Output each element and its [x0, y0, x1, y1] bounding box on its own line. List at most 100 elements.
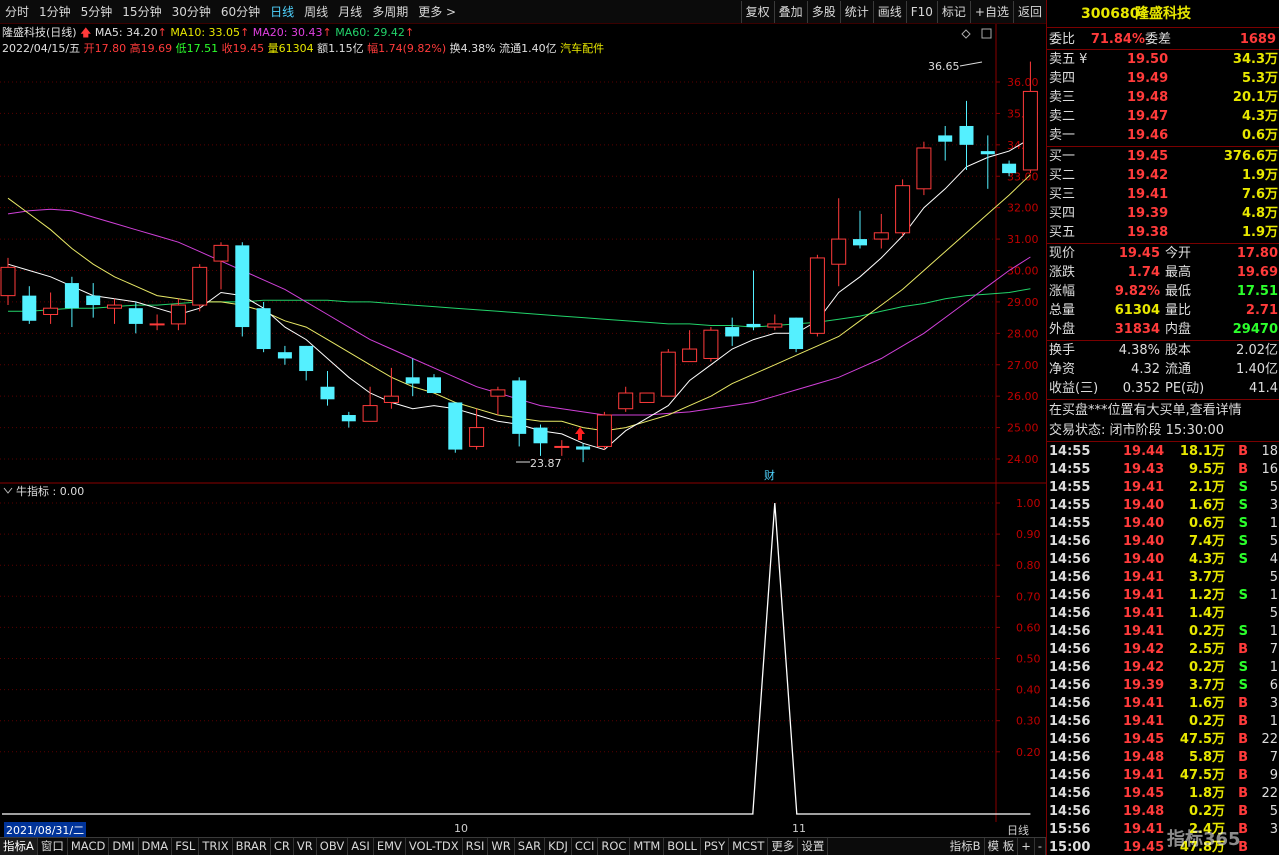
candle	[596, 411, 612, 450]
panel-cell: 0.352	[1122, 381, 1160, 396]
indicator-tab[interactable]: FSL	[172, 838, 200, 855]
candle-body	[980, 151, 995, 155]
indicator-tab[interactable]: CCI	[572, 838, 599, 855]
panel-cell: 14:56	[1049, 552, 1091, 567]
period-tab[interactable]: 周线	[299, 0, 333, 24]
indicator-tab[interactable]: ROC	[598, 838, 631, 855]
candle-body	[170, 304, 186, 325]
indicator-tab[interactable]: 指标B	[947, 838, 985, 855]
period-tab[interactable]: 30分钟	[167, 0, 216, 24]
indicator-tab[interactable]: 更多	[768, 838, 799, 855]
period-tab[interactable]: 多周期	[367, 0, 413, 24]
indicator-tab[interactable]: VOL-TDX	[406, 838, 463, 855]
panel-cell: 0.6万	[1188, 516, 1225, 531]
big-order-notice[interactable]: 在买盘***位置有大买单,查看详情	[1047, 401, 1279, 420]
date-start: 2021/08/31/二	[4, 822, 87, 838]
indicator-tab[interactable]: ASI	[348, 838, 374, 855]
indicator-tick-label: 0.20	[1016, 746, 1041, 759]
indicator-tab[interactable]: SAR	[515, 838, 546, 855]
indicator-tab[interactable]: KDJ	[545, 838, 572, 855]
price-tick-label: 24.00	[1007, 453, 1039, 466]
bid-row: 买一 19.45 376.6万	[1047, 147, 1279, 166]
bid-row: 买五 19.38 1.9万	[1047, 223, 1279, 242]
indicator-tab[interactable]: MCST	[729, 838, 769, 855]
indicator-tab[interactable]: DMA	[139, 838, 173, 855]
indicator-tab[interactable]: 模 板	[985, 838, 1019, 855]
indicator-tab[interactable]: WR	[488, 838, 515, 855]
indicator-tab[interactable]: +	[1018, 838, 1035, 855]
candle	[362, 386, 378, 422]
toolbar-button[interactable]: 标记	[936, 0, 970, 23]
toolbar-button[interactable]: 叠加	[773, 0, 807, 23]
indicator-tab[interactable]: OBV	[317, 838, 349, 855]
panel-cell: 买二	[1049, 168, 1076, 183]
panel-cell: 2.02亿	[1236, 343, 1278, 358]
panel-cell: 4.38%	[1118, 343, 1160, 358]
period-tab[interactable]: 日线	[265, 0, 299, 24]
period-tab[interactable]: 月线	[333, 0, 367, 24]
panel-cell: S	[1238, 516, 1248, 531]
panel-cell: 376.6万	[1223, 149, 1278, 164]
indicator-tab[interactable]: PSY	[701, 838, 730, 855]
toolbar-button[interactable]: F10	[905, 0, 937, 23]
panel-cell: 3	[1269, 696, 1278, 711]
indicator-tab[interactable]: VR	[294, 838, 317, 855]
indicator-tab[interactable]: RSI	[463, 838, 489, 855]
panel-cell: 9.5万	[1188, 462, 1225, 477]
panel-cell: 0.2万	[1188, 804, 1225, 819]
candle	[853, 210, 867, 249]
panel-cell: 买三	[1049, 187, 1076, 202]
indicator-tab[interactable]: CR	[271, 838, 294, 855]
period-tab[interactable]: 15分钟	[117, 0, 166, 24]
toolbar-button[interactable]: +自选	[969, 0, 1013, 23]
period-tab[interactable]: 1分钟	[34, 0, 76, 24]
indicator-tab[interactable]: BRAR	[233, 838, 271, 855]
period-tab[interactable]: 60分钟	[216, 0, 265, 24]
stock-header: 300680 隆盛科技	[1047, 5, 1279, 24]
tick-row: 14:56 19.41 0.2万 S 1	[1047, 623, 1279, 641]
indicator-tab[interactable]: DMI	[109, 838, 139, 855]
indicator-tab[interactable]: MTM	[630, 838, 665, 855]
indicator-tab[interactable]: EMV	[374, 838, 406, 855]
indicator-tab[interactable]: -	[1035, 838, 1046, 855]
indicator-tab[interactable]: 指标A	[0, 838, 38, 855]
panel-cell: 2.1万	[1188, 480, 1225, 495]
panel-cell: S	[1238, 552, 1248, 567]
period-tab[interactable]: 5分钟	[76, 0, 118, 24]
candle	[512, 377, 527, 447]
ask-row: 卖五 ¥ 19.50 34.3万	[1047, 50, 1279, 69]
panel-cell: 47.5万	[1179, 768, 1225, 783]
panel-cell: 19.40	[1123, 552, 1165, 567]
panel-cell: 14:56	[1049, 624, 1091, 639]
toolbar-button[interactable]: 多股	[806, 0, 840, 23]
diamond-icon	[961, 29, 971, 39]
panel-cell: 5	[1269, 606, 1278, 621]
panel-cell: 19.41	[1123, 570, 1165, 585]
indicator-tab[interactable]: 窗口	[38, 838, 68, 855]
candle-body	[469, 427, 485, 447]
toolbar-button[interactable]: 画线	[872, 0, 906, 23]
indicator-tab[interactable]: 设置	[798, 838, 829, 855]
chevron-down-icon	[3, 487, 13, 494]
candle-body	[938, 135, 953, 142]
period-tab[interactable]: 更多 >	[413, 0, 461, 24]
candle	[448, 402, 463, 453]
toolbar-button[interactable]: 统计	[839, 0, 873, 23]
kline-chart[interactable]: 36.0035.0034.0033.0032.0031.0030.0029.00…	[0, 24, 1046, 484]
panel-cell: 5.8万	[1188, 750, 1225, 765]
indicator-chart[interactable]: 1.00 0.90 0.80 0.70 0.60 0.50 0.40 0.30 0.20 牛指标 …	[0, 484, 1046, 822]
panel-cell: 1.40亿	[1236, 362, 1278, 377]
candle-body	[256, 308, 271, 350]
toolbar-button[interactable]: 复权	[740, 0, 774, 23]
indicator-tab[interactable]: BOLL	[664, 838, 701, 855]
toolbar-button[interactable]: 返回	[1012, 0, 1046, 23]
candle	[767, 314, 783, 331]
period-label: 日线	[1007, 824, 1029, 837]
candle-body	[277, 352, 292, 359]
indicator-tab[interactable]: MACD	[68, 838, 110, 855]
indicator-tab[interactable]: TRIX	[199, 838, 233, 855]
price-tick-label: 28.00	[1007, 327, 1039, 340]
panel-cell: 19.42	[1123, 642, 1165, 657]
panel-cell: 71.84%	[1090, 32, 1145, 47]
period-tab[interactable]: 分时	[0, 0, 34, 24]
